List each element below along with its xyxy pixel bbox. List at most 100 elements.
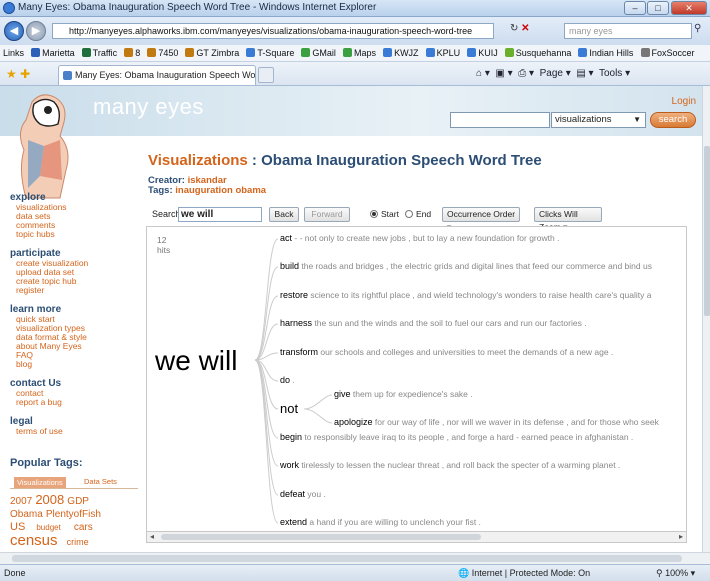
ie-search-input[interactable]: many eyes bbox=[564, 23, 692, 39]
branch-phrase[interactable]: transform our schools and colleges and u… bbox=[280, 347, 613, 357]
forward-nav-icon[interactable]: ▶ bbox=[26, 21, 46, 41]
branch-phrase[interactable]: do . bbox=[280, 375, 295, 385]
scroll-thumb[interactable] bbox=[12, 555, 682, 562]
branch-word[interactable]: begin bbox=[280, 432, 302, 442]
branch-word[interactable]: harness bbox=[280, 318, 312, 328]
branch-phrase[interactable]: build the roads and bridges , the electr… bbox=[280, 261, 652, 271]
forward-button[interactable]: Forward bbox=[304, 207, 350, 222]
link-item[interactable]: GMail bbox=[301, 45, 340, 58]
tags-links[interactable]: inauguration obama bbox=[175, 185, 266, 196]
browser-tab[interactable]: Many Eyes: Obama Inauguration Speech Wor… bbox=[58, 65, 256, 85]
scroll-right-icon[interactable]: ▸ bbox=[679, 532, 683, 541]
link-item[interactable]: KUIJ bbox=[467, 45, 502, 58]
branch-phrase[interactable]: act - - not only to create new jobs , bu… bbox=[280, 233, 559, 243]
root-phrase[interactable]: we will bbox=[155, 345, 237, 377]
tab-visualizations[interactable]: Visualizations bbox=[14, 477, 66, 488]
branch-word[interactable]: restore bbox=[280, 290, 308, 300]
branch-word[interactable]: apologize bbox=[334, 417, 373, 427]
branch-word[interactable]: do bbox=[280, 375, 290, 385]
link-item[interactable]: Maps bbox=[342, 45, 380, 58]
tag-link[interactable]: Obama bbox=[10, 509, 43, 520]
sidebar-link[interactable]: blog bbox=[10, 360, 135, 369]
link-item[interactable]: Susquehanna bbox=[504, 45, 576, 58]
link-item[interactable]: Marietta bbox=[31, 45, 79, 58]
tag-link[interactable]: budget bbox=[28, 523, 60, 532]
back-button[interactable]: Back bbox=[269, 207, 299, 222]
link-item[interactable]: 8 bbox=[124, 45, 144, 58]
favorites-star-icon[interactable]: ★ ✚ bbox=[6, 67, 30, 81]
sidebar-link[interactable]: topic hubs bbox=[10, 230, 135, 239]
branch-word[interactable]: not bbox=[280, 401, 298, 416]
login-link[interactable]: Login bbox=[672, 96, 696, 107]
tree-horizontal-scrollbar[interactable]: ◂ ▸ bbox=[146, 531, 687, 543]
stop-icon[interactable]: ✕ bbox=[521, 23, 529, 34]
branch-word[interactable]: transform bbox=[280, 347, 318, 357]
branch-word[interactable]: extend bbox=[280, 517, 307, 527]
sidebar-link[interactable]: terms of use bbox=[10, 427, 135, 436]
branch-phrase[interactable]: give them up for expedience's sake . bbox=[334, 389, 473, 399]
branch-word[interactable]: act bbox=[280, 233, 292, 243]
link-item[interactable]: KPLU bbox=[425, 45, 465, 58]
home-icon[interactable]: ⌂ ▾ bbox=[476, 68, 490, 79]
back-nav-icon[interactable]: ◀ bbox=[4, 21, 24, 41]
page-menu[interactable]: Page ▾ bbox=[540, 68, 571, 79]
tag-link[interactable]: 2008 bbox=[35, 492, 64, 507]
zoom-level[interactable]: ⚲ 100% ▾ bbox=[656, 568, 695, 579]
end-radio[interactable] bbox=[405, 210, 413, 218]
branch-phrase[interactable]: begin to responsibly leave iraq to its p… bbox=[280, 432, 633, 442]
branch-phrase[interactable]: work tirelessly to lessen the nuclear th… bbox=[280, 460, 620, 470]
branch-phrase[interactable]: extend a hand if you are willing to uncl… bbox=[280, 517, 481, 527]
ie-search-icon[interactable]: ⚲ bbox=[694, 23, 701, 34]
branch-word[interactable]: defeat bbox=[280, 489, 305, 499]
branch-phrase[interactable]: harness the sun and the winds and the so… bbox=[280, 318, 587, 328]
word-tree-panel[interactable]: 12 hits we will act - - not only to crea… bbox=[146, 226, 687, 532]
branch-continuation: to responsibly leave iraq to its people … bbox=[302, 432, 634, 442]
link-item[interactable]: GT Zimbra bbox=[185, 45, 243, 58]
url-field[interactable]: http://manyeyes.alphaworks.ibm.com/manye… bbox=[52, 23, 494, 39]
start-radio[interactable] bbox=[370, 210, 378, 218]
link-item[interactable]: 7450 bbox=[147, 45, 182, 58]
order-dropdown[interactable]: Occurrence Order ▾ bbox=[442, 207, 520, 232]
tag-link[interactable]: GDP bbox=[67, 496, 89, 507]
page-horizontal-scrollbar[interactable] bbox=[0, 552, 710, 564]
branch-word[interactable]: work bbox=[280, 460, 299, 470]
safety-icon[interactable]: ▤ ▾ bbox=[576, 68, 593, 79]
site-search-button[interactable]: search bbox=[650, 112, 696, 128]
sidebar-link[interactable]: register bbox=[10, 286, 135, 295]
tab-data-sets[interactable]: Data Sets bbox=[84, 477, 117, 486]
zoom-dropdown[interactable]: Clicks Will Zoom ▾ bbox=[534, 207, 602, 232]
maximize-button[interactable]: □ bbox=[647, 1, 669, 15]
link-item[interactable]: T-Square bbox=[246, 45, 298, 58]
branch-word[interactable]: build bbox=[280, 261, 299, 271]
feeds-icon[interactable]: ▣ ▾ bbox=[495, 68, 512, 79]
tag-link[interactable]: cars bbox=[64, 522, 93, 533]
branch-phrase[interactable]: apologize for our way of life , nor will… bbox=[334, 417, 659, 427]
branch-phrase[interactable]: restore science to its rightful place , … bbox=[280, 290, 651, 300]
print-icon[interactable]: ⎙ ▾ bbox=[518, 68, 534, 79]
tag-link[interactable]: census bbox=[10, 532, 58, 549]
link-item[interactable]: Indian Hills bbox=[578, 45, 637, 58]
tools-menu[interactable]: Tools ▾ bbox=[599, 68, 630, 79]
tag-link[interactable]: crime bbox=[61, 537, 89, 547]
close-button[interactable]: ✕ bbox=[671, 1, 707, 15]
tag-link[interactable]: PlentyofFish bbox=[46, 509, 101, 520]
word-tree-search-input[interactable]: we will bbox=[178, 207, 262, 222]
refresh-icon[interactable]: ↻ bbox=[510, 23, 518, 34]
site-search-select[interactable]: visualizations ▼ bbox=[551, 112, 646, 128]
title-prefix[interactable]: Visualizations bbox=[148, 152, 248, 169]
minimize-button[interactable]: – bbox=[624, 1, 646, 15]
scroll-thumb[interactable] bbox=[161, 534, 481, 540]
scroll-left-icon[interactable]: ◂ bbox=[150, 532, 154, 541]
sidebar-link[interactable]: report a bug bbox=[10, 398, 135, 407]
link-item[interactable]: Traffic bbox=[81, 45, 122, 58]
site-brand[interactable]: many eyes bbox=[93, 94, 204, 120]
tag-link[interactable]: 2007 bbox=[10, 496, 32, 507]
scroll-thumb[interactable] bbox=[704, 146, 710, 316]
site-search-input[interactable] bbox=[450, 112, 550, 128]
page-vertical-scrollbar[interactable] bbox=[702, 86, 710, 552]
new-tab-button[interactable] bbox=[258, 67, 274, 83]
link-item[interactable]: FoxSoccer bbox=[640, 45, 699, 58]
link-item[interactable]: KWJZ bbox=[383, 45, 423, 58]
branch-word[interactable]: give bbox=[334, 389, 351, 399]
branch-phrase[interactable]: defeat you . bbox=[280, 489, 326, 499]
